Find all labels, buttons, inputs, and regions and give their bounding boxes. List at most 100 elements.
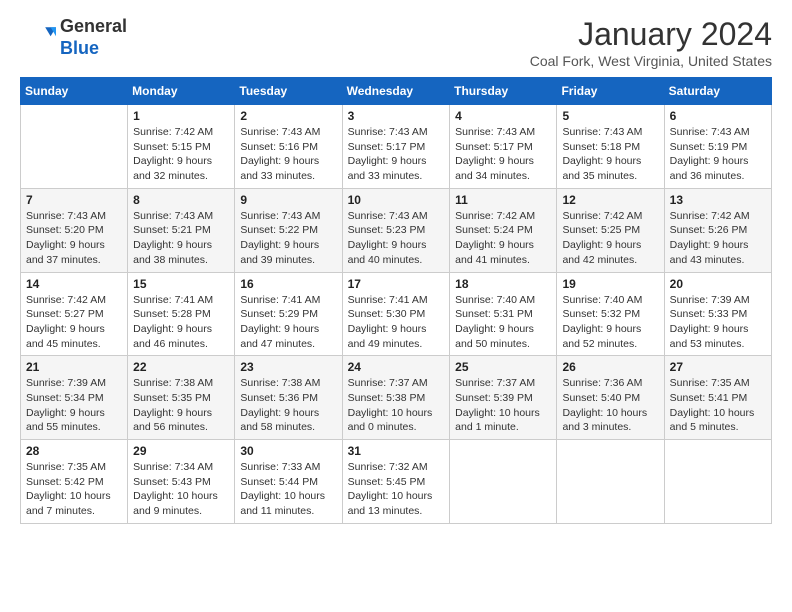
day-info: Sunrise: 7:43 AM Sunset: 5:17 PM Dayligh… xyxy=(455,125,551,184)
header-thursday: Thursday xyxy=(450,78,557,105)
day-info: Sunrise: 7:43 AM Sunset: 5:20 PM Dayligh… xyxy=(26,209,122,268)
calendar-cell: 21Sunrise: 7:39 AM Sunset: 5:34 PM Dayli… xyxy=(21,356,128,440)
day-number: 9 xyxy=(240,193,336,207)
day-number: 2 xyxy=(240,109,336,123)
day-number: 22 xyxy=(133,360,229,374)
day-number: 14 xyxy=(26,277,122,291)
day-number: 13 xyxy=(670,193,766,207)
day-info: Sunrise: 7:38 AM Sunset: 5:36 PM Dayligh… xyxy=(240,376,336,435)
calendar-cell: 26 Sunrise: 7:36 AM Sunset: 5:40 PM Dayli… xyxy=(557,356,664,440)
day-number: 24 xyxy=(348,360,445,374)
calendar-cell: 10 Sunrise: 7:43 AM Sunset: 5:23 PM Dayli… xyxy=(342,188,450,272)
day-number: 1 xyxy=(133,109,229,123)
calendar-cell: 14 Sunrise: 7:42 AM Sunset: 5:27 PM Dayli… xyxy=(21,272,128,356)
logo-text: General Blue xyxy=(60,16,127,59)
calendar-week-row: 28 Sunrise: 7:35 AM Sunset: 5:42 PM Dayli… xyxy=(21,440,772,524)
calendar-cell: 24 Sunrise: 7:37 AM Sunset: 5:38 PM Dayli… xyxy=(342,356,450,440)
calendar-cell xyxy=(450,440,557,524)
day-info: Sunrise: 7:42 AM Sunset: 5:26 PM Dayligh… xyxy=(670,209,766,268)
calendar-cell: 30 Sunrise: 7:33 AM Sunset: 5:44 PM Dayli… xyxy=(235,440,342,524)
calendar-cell: 29 Sunrise: 7:34 AM Sunset: 5:43 PM Dayli… xyxy=(128,440,235,524)
day-number: 21 xyxy=(26,360,122,374)
header-friday: Friday xyxy=(557,78,664,105)
day-number: 17 xyxy=(348,277,445,291)
day-info: Sunrise: 7:42 AM Sunset: 5:15 PM Dayligh… xyxy=(133,125,229,184)
day-info: Sunrise: 7:35 AM Sunset: 5:42 PM Dayligh… xyxy=(26,460,122,519)
day-info: Sunrise: 7:43 AM Sunset: 5:18 PM Dayligh… xyxy=(562,125,658,184)
day-number: 29 xyxy=(133,444,229,458)
calendar-cell xyxy=(21,105,128,189)
day-info: Sunrise: 7:39 AM Sunset: 5:33 PM Dayligh… xyxy=(670,293,766,352)
calendar-cell: 12Sunrise: 7:42 AM Sunset: 5:25 PM Dayli… xyxy=(557,188,664,272)
calendar-cell: 3 Sunrise: 7:43 AM Sunset: 5:17 PM Daylig… xyxy=(342,105,450,189)
day-info: Sunrise: 7:41 AM Sunset: 5:29 PM Dayligh… xyxy=(240,293,336,352)
day-info: Sunrise: 7:41 AM Sunset: 5:28 PM Dayligh… xyxy=(133,293,229,352)
day-info: Sunrise: 7:42 AM Sunset: 5:27 PM Dayligh… xyxy=(26,293,122,352)
day-info: Sunrise: 7:43 AM Sunset: 5:22 PM Dayligh… xyxy=(240,209,336,268)
day-number: 5 xyxy=(562,109,658,123)
calendar-cell: 11 Sunrise: 7:42 AM Sunset: 5:24 PM Dayli… xyxy=(450,188,557,272)
day-number: 8 xyxy=(133,193,229,207)
day-number: 19 xyxy=(562,277,658,291)
page-header: General Blue January 2024 Coal Fork, Wes… xyxy=(20,16,772,69)
calendar-cell: 5 Sunrise: 7:43 AM Sunset: 5:18 PM Daylig… xyxy=(557,105,664,189)
day-info: Sunrise: 7:37 AM Sunset: 5:38 PM Dayligh… xyxy=(348,376,445,435)
calendar-cell: 18Sunrise: 7:40 AM Sunset: 5:31 PM Dayli… xyxy=(450,272,557,356)
day-info: Sunrise: 7:42 AM Sunset: 5:24 PM Dayligh… xyxy=(455,209,551,268)
day-info: Sunrise: 7:40 AM Sunset: 5:32 PM Dayligh… xyxy=(562,293,658,352)
calendar-cell: 1 Sunrise: 7:42 AM Sunset: 5:15 PM Daylig… xyxy=(128,105,235,189)
calendar-week-row: 7 Sunrise: 7:43 AM Sunset: 5:20 PM Daylig… xyxy=(21,188,772,272)
day-number: 20 xyxy=(670,277,766,291)
logo-icon xyxy=(20,20,56,56)
day-number: 28 xyxy=(26,444,122,458)
calendar-cell: 19 Sunrise: 7:40 AM Sunset: 5:32 PM Dayli… xyxy=(557,272,664,356)
calendar-cell: 31Sunrise: 7:32 AM Sunset: 5:45 PM Dayli… xyxy=(342,440,450,524)
header-monday: Monday xyxy=(128,78,235,105)
calendar-week-row: 1 Sunrise: 7:42 AM Sunset: 5:15 PM Daylig… xyxy=(21,105,772,189)
calendar-title: January 2024 xyxy=(530,16,772,53)
calendar-header-row: SundayMondayTuesdayWednesdayThursdayFrid… xyxy=(21,78,772,105)
day-number: 4 xyxy=(455,109,551,123)
calendar-week-row: 21Sunrise: 7:39 AM Sunset: 5:34 PM Dayli… xyxy=(21,356,772,440)
calendar-cell: 13 Sunrise: 7:42 AM Sunset: 5:26 PM Dayli… xyxy=(664,188,771,272)
header-sunday: Sunday xyxy=(21,78,128,105)
header-saturday: Saturday xyxy=(664,78,771,105)
title-block: January 2024 Coal Fork, West Virginia, U… xyxy=(530,16,772,69)
day-number: 12 xyxy=(562,193,658,207)
day-info: Sunrise: 7:38 AM Sunset: 5:35 PM Dayligh… xyxy=(133,376,229,435)
day-info: Sunrise: 7:34 AM Sunset: 5:43 PM Dayligh… xyxy=(133,460,229,519)
day-info: Sunrise: 7:36 AM Sunset: 5:40 PM Dayligh… xyxy=(562,376,658,435)
calendar-cell: 7 Sunrise: 7:43 AM Sunset: 5:20 PM Daylig… xyxy=(21,188,128,272)
day-info: Sunrise: 7:43 AM Sunset: 5:19 PM Dayligh… xyxy=(670,125,766,184)
calendar-cell xyxy=(664,440,771,524)
logo: General Blue xyxy=(20,16,127,59)
day-number: 26 xyxy=(562,360,658,374)
day-info: Sunrise: 7:33 AM Sunset: 5:44 PM Dayligh… xyxy=(240,460,336,519)
day-info: Sunrise: 7:41 AM Sunset: 5:30 PM Dayligh… xyxy=(348,293,445,352)
day-number: 27 xyxy=(670,360,766,374)
day-number: 6 xyxy=(670,109,766,123)
day-number: 25 xyxy=(455,360,551,374)
calendar-cell: 28 Sunrise: 7:35 AM Sunset: 5:42 PM Dayli… xyxy=(21,440,128,524)
day-number: 7 xyxy=(26,193,122,207)
header-wednesday: Wednesday xyxy=(342,78,450,105)
day-number: 3 xyxy=(348,109,445,123)
calendar-cell: 27Sunrise: 7:35 AM Sunset: 5:41 PM Dayli… xyxy=(664,356,771,440)
day-number: 15 xyxy=(133,277,229,291)
day-info: Sunrise: 7:32 AM Sunset: 5:45 PM Dayligh… xyxy=(348,460,445,519)
day-info: Sunrise: 7:43 AM Sunset: 5:16 PM Dayligh… xyxy=(240,125,336,184)
calendar-cell: 17 Sunrise: 7:41 AM Sunset: 5:30 PM Dayli… xyxy=(342,272,450,356)
day-number: 30 xyxy=(240,444,336,458)
day-number: 16 xyxy=(240,277,336,291)
day-number: 18 xyxy=(455,277,551,291)
calendar-cell xyxy=(557,440,664,524)
day-number: 11 xyxy=(455,193,551,207)
calendar-cell: 4 Sunrise: 7:43 AM Sunset: 5:17 PM Daylig… xyxy=(450,105,557,189)
calendar-cell: 25Sunrise: 7:37 AM Sunset: 5:39 PM Dayli… xyxy=(450,356,557,440)
calendar-cell: 22 Sunrise: 7:38 AM Sunset: 5:35 PM Dayli… xyxy=(128,356,235,440)
calendar-cell: 23Sunrise: 7:38 AM Sunset: 5:36 PM Dayli… xyxy=(235,356,342,440)
day-number: 10 xyxy=(348,193,445,207)
day-info: Sunrise: 7:43 AM Sunset: 5:17 PM Dayligh… xyxy=(348,125,445,184)
calendar-cell: 16 Sunrise: 7:41 AM Sunset: 5:29 PM Dayli… xyxy=(235,272,342,356)
day-info: Sunrise: 7:43 AM Sunset: 5:23 PM Dayligh… xyxy=(348,209,445,268)
